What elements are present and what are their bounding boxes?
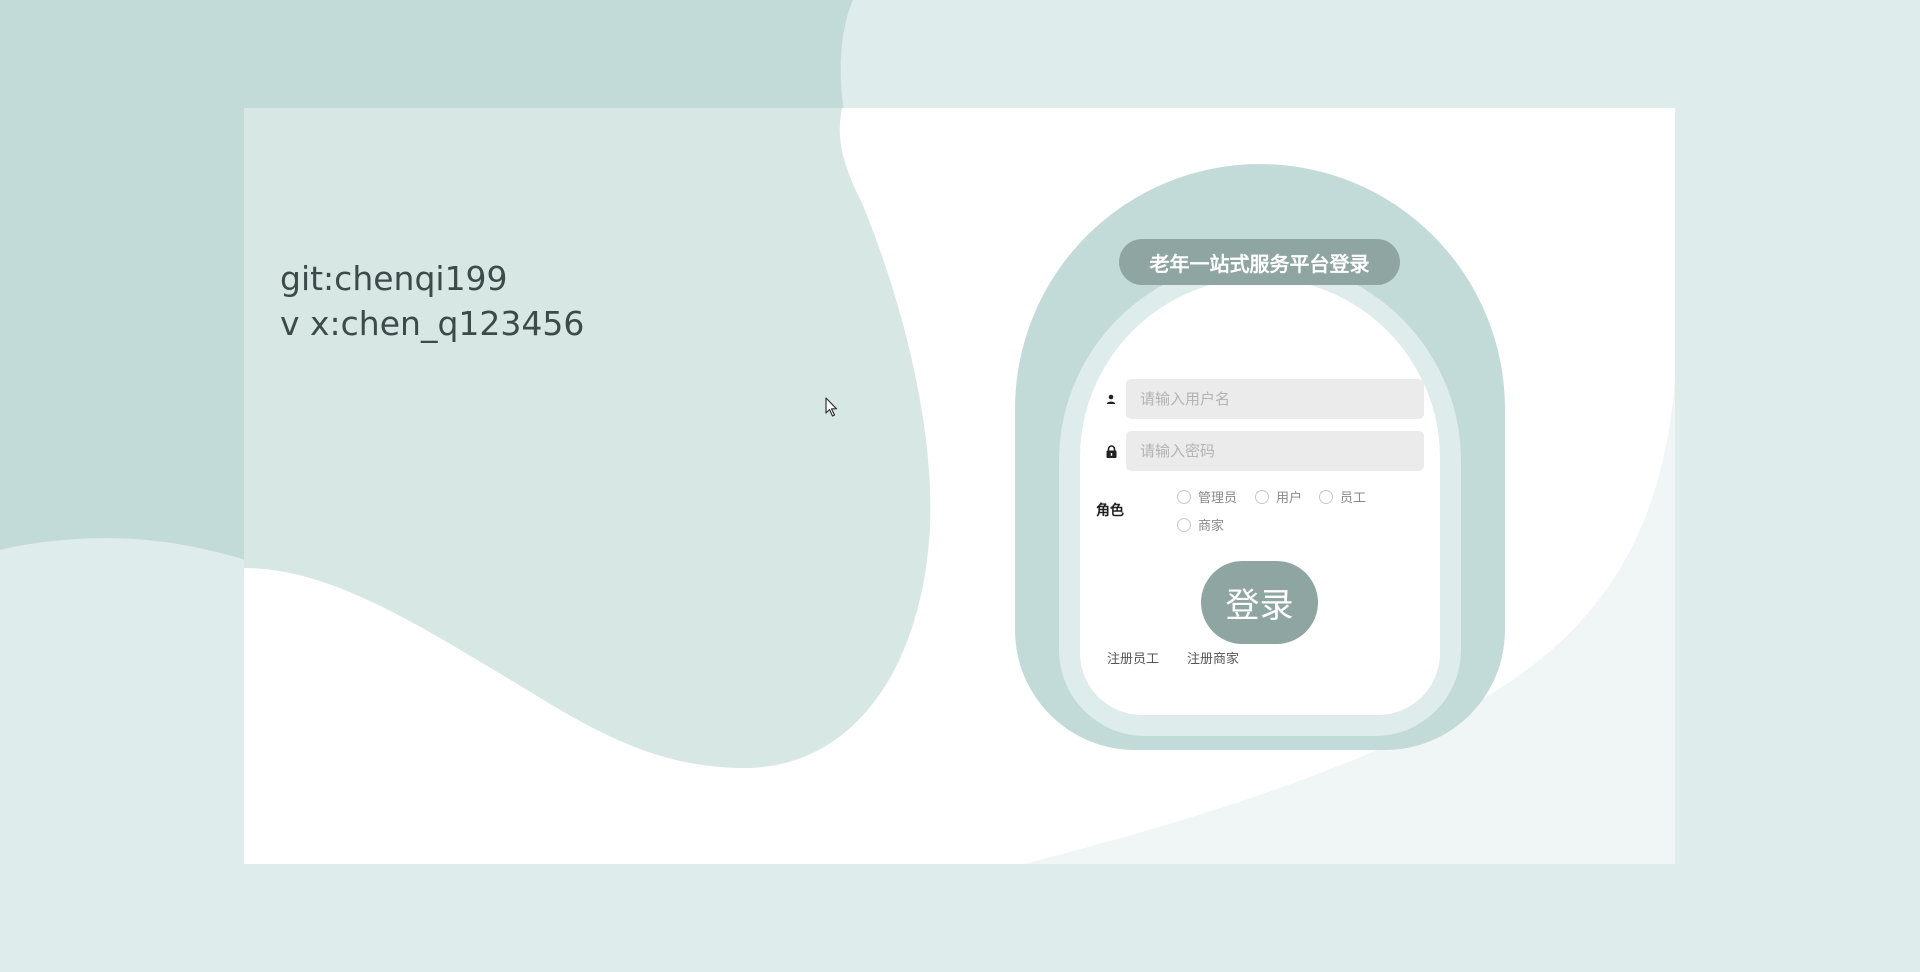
password-input[interactable] bbox=[1126, 431, 1424, 471]
login-title: 老年一站式服务平台登录 bbox=[1119, 239, 1400, 285]
role-radio-user[interactable]: 用户 bbox=[1255, 487, 1302, 506]
login-page: git:chenqi199 v x:chen_q123456 老年一站式服务平台… bbox=[0, 0, 1920, 972]
wechat-credit: v x:chen_q123456 bbox=[280, 304, 585, 343]
role-label: 角色 bbox=[1096, 503, 1124, 519]
mouse-cursor-icon bbox=[825, 397, 838, 417]
user-icon bbox=[1096, 379, 1126, 419]
role-option-label: 用户 bbox=[1276, 491, 1303, 506]
radio-circle[interactable] bbox=[1177, 489, 1191, 504]
username-input[interactable] bbox=[1126, 379, 1424, 419]
register-staff-link[interactable]: 注册员工 bbox=[1107, 648, 1159, 667]
role-radio-staff[interactable]: 员工 bbox=[1319, 487, 1366, 506]
lock-icon bbox=[1096, 431, 1126, 471]
radio-circle[interactable] bbox=[1255, 489, 1269, 504]
role-option-label: 员工 bbox=[1340, 491, 1367, 506]
git-credit: git:chenqi199 bbox=[280, 259, 508, 298]
role-option-label: 管理员 bbox=[1198, 491, 1238, 506]
radio-circle[interactable] bbox=[1319, 489, 1333, 504]
register-merchant-link[interactable]: 注册商家 bbox=[1187, 648, 1239, 667]
role-option-label: 商家 bbox=[1198, 519, 1225, 534]
login-button[interactable]: 登录 bbox=[1201, 561, 1318, 644]
role-radio-admin[interactable]: 管理员 bbox=[1177, 487, 1237, 506]
radio-circle[interactable] bbox=[1177, 517, 1191, 532]
role-radio-merchant[interactable]: 商家 bbox=[1177, 515, 1224, 534]
credits-text: git:chenqi199 v x:chen_q123456 bbox=[280, 256, 584, 346]
password-row bbox=[1096, 431, 1424, 471]
username-row bbox=[1096, 379, 1424, 419]
